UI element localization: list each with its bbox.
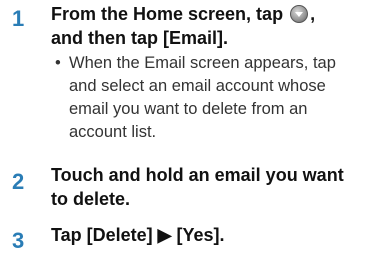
step-title: From the Home screen, tap , and then tap…: [51, 2, 371, 50]
step-title: Touch and hold an email you want to dele…: [51, 163, 371, 211]
bullet: •: [55, 54, 61, 72]
step-title-line: to delete.: [51, 189, 131, 209]
step-number: 2: [12, 169, 25, 194]
step-title: Tap [Delete] ▶ [Yes].: [51, 225, 225, 245]
step-title-text-line2: and then tap [Email].: [51, 28, 229, 48]
step-note-line: When the Email screen appears, tap: [69, 54, 336, 72]
step-title-text: From the Home screen, tap: [51, 4, 284, 24]
step-number: 1: [12, 6, 25, 31]
step-note: • When the Email screen appears, tap and…: [55, 52, 367, 144]
step-number: 3: [12, 228, 25, 253]
menu-circle-icon: [290, 5, 309, 23]
step-note-line: and select an email account whose: [69, 77, 326, 95]
step-title-line: Touch and hold an email you want: [51, 165, 344, 185]
step-note-line: email you want to delete from an: [69, 100, 308, 118]
step-note-line: account list.: [69, 123, 157, 141]
step-title-punctuation: ,: [310, 4, 316, 24]
